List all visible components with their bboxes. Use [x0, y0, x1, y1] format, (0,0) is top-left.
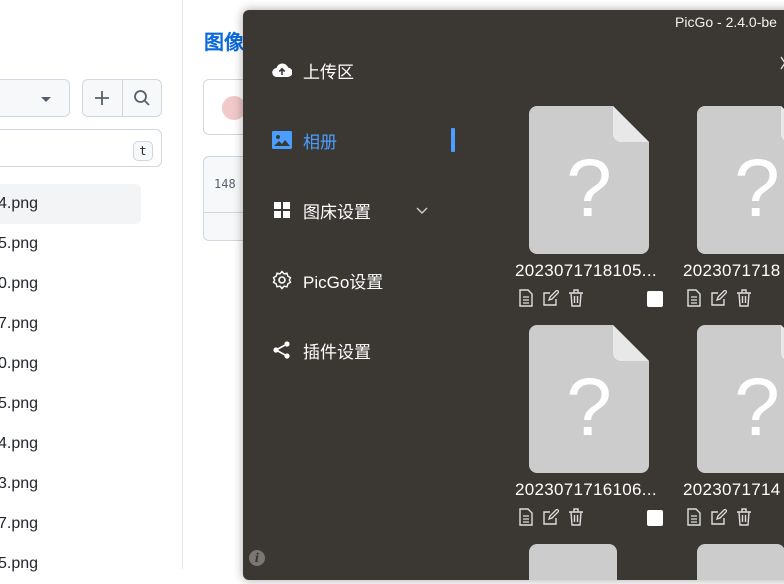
card-actions	[685, 508, 753, 526]
search-button[interactable]	[123, 80, 162, 116]
add-file-button[interactable]	[83, 80, 123, 116]
file-item[interactable]: 4.png	[0, 184, 141, 224]
svg-text:?: ?	[566, 362, 612, 453]
sidebar-item-picgo-settings[interactable]: PicGo设置	[271, 265, 383, 295]
file-item[interactable]: 7.png	[0, 304, 160, 344]
trash-icon[interactable]	[735, 508, 753, 526]
keyboard-hint: t	[133, 141, 153, 161]
trash-icon[interactable]	[567, 508, 585, 526]
picgo-window: PicGo - 2.4.0-be 上传区 相册 图床设置 PicGo设置 插件设…	[243, 10, 784, 580]
edit-icon[interactable]	[542, 289, 560, 307]
file-item[interactable]: 3.png	[0, 464, 160, 504]
file-item[interactable]: 4.png	[0, 424, 160, 464]
line-count: 148	[214, 177, 236, 191]
grid-icon	[271, 199, 293, 221]
sidebar-menu: 上传区 相册 图床设置 PicGo设置 插件设置 i	[243, 10, 463, 580]
trash-icon[interactable]	[735, 289, 753, 307]
close-icon[interactable]	[780, 56, 784, 75]
trash-icon[interactable]	[567, 289, 585, 307]
cloud-upload-icon	[271, 59, 293, 81]
copy-link-icon[interactable]	[685, 508, 703, 526]
sidebar-item-upload[interactable]: 上传区	[271, 55, 354, 85]
gallery-card-partial[interactable]	[529, 544, 617, 580]
file-actions-group	[82, 79, 162, 117]
sidebar-item-label: 图床设置	[303, 202, 371, 222]
branch-select[interactable]	[0, 79, 70, 117]
info-icon[interactable]: i	[249, 550, 265, 566]
caret-down-icon	[41, 97, 51, 102]
file-placeholder-icon: ?	[529, 106, 649, 254]
sidebar-item-label: 插件设置	[303, 342, 371, 362]
chevron-down-icon[interactable]	[415, 203, 429, 217]
file-placeholder-icon: ?	[697, 325, 784, 473]
image-icon	[271, 129, 293, 151]
sidebar-item-gallery[interactable]: 相册	[271, 125, 337, 155]
go-to-file-input[interactable]: t	[0, 129, 162, 167]
file-placeholder-icon: ?	[697, 106, 784, 254]
copy-link-icon[interactable]	[517, 508, 535, 526]
file-item[interactable]: 5.png	[0, 544, 160, 584]
file-item[interactable]: 0.png	[0, 344, 160, 384]
edit-icon[interactable]	[542, 508, 560, 526]
svg-text:?: ?	[734, 143, 780, 234]
share-icon	[271, 339, 293, 361]
search-icon	[133, 90, 150, 106]
select-checkbox[interactable]	[647, 510, 663, 526]
sidebar-item-label: PicGo设置	[303, 272, 384, 292]
page-title: 图像	[204, 32, 244, 54]
file-item[interactable]: 5.png	[0, 384, 160, 424]
sidebar-item-plugin-settings[interactable]: 插件设置	[271, 335, 371, 365]
edit-icon[interactable]	[710, 289, 728, 307]
file-item[interactable]: 0.png	[0, 264, 160, 304]
image-filename: 2023071718	[683, 261, 781, 280]
sidebar-item-picbed-settings[interactable]: 图床设置	[271, 195, 371, 225]
gear-icon	[271, 269, 293, 291]
svg-text:?: ?	[734, 362, 780, 453]
file-item[interactable]: 7.png	[0, 504, 160, 544]
edit-icon[interactable]	[710, 508, 728, 526]
svg-text:?: ?	[566, 143, 612, 234]
file-item[interactable]: 5.png	[0, 224, 160, 264]
window-title: PicGo - 2.4.0-be	[675, 14, 777, 30]
image-filename: 2023071714	[683, 480, 781, 499]
gallery-card-partial[interactable]	[697, 544, 784, 580]
sidebar-item-label: 上传区	[303, 62, 354, 82]
file-list: 4.png 5.png 0.png 7.png 0.png 5.png 4.pn…	[0, 184, 160, 584]
card-actions	[685, 289, 753, 307]
divider	[182, 0, 183, 569]
copy-link-icon[interactable]	[517, 289, 535, 307]
sidebar-item-label: 相册	[303, 132, 337, 152]
select-checkbox[interactable]	[647, 291, 663, 307]
image-filename: 2023071718105...	[515, 261, 657, 280]
plus-icon	[95, 91, 110, 105]
copy-link-icon[interactable]	[685, 289, 703, 307]
image-filename: 2023071716106...	[515, 480, 657, 499]
active-indicator	[451, 128, 455, 152]
file-placeholder-icon: ?	[529, 325, 649, 473]
card-actions	[517, 289, 585, 307]
card-actions	[517, 508, 585, 526]
